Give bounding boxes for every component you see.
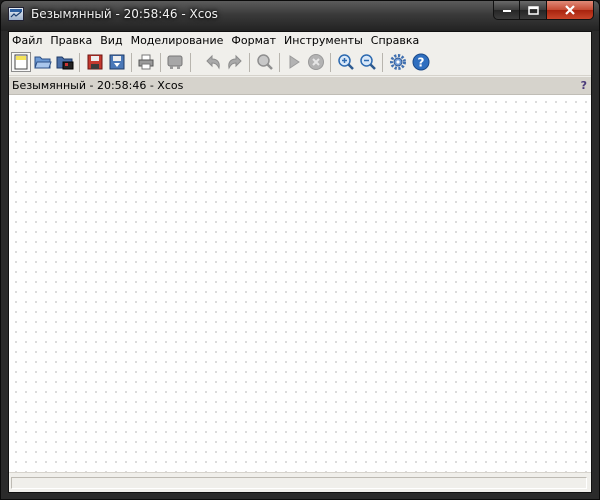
toolbar-separator: [382, 53, 383, 72]
zoom-in-button[interactable]: [336, 52, 356, 72]
close-button[interactable]: [547, 1, 594, 20]
palette-browser-icon: [167, 55, 183, 69]
setup-gear-icon: [390, 54, 406, 70]
open-button[interactable]: [33, 52, 53, 72]
toolbar-separator: [79, 53, 80, 72]
new-diagram-button[interactable]: [11, 52, 31, 72]
window-title: Безымянный - 20:58:46 - Xcos: [31, 7, 218, 21]
toolbar-separator: [249, 53, 250, 72]
menu-simulation[interactable]: Моделирование: [127, 32, 228, 50]
fit-diagram-button[interactable]: [255, 52, 275, 72]
start-simulation-button[interactable]: [284, 52, 304, 72]
toolbar: ?: [9, 50, 591, 76]
print-icon: [138, 54, 154, 70]
undo-icon: [206, 54, 220, 70]
zoom-out-button[interactable]: [358, 52, 378, 72]
open-in-scilab-button[interactable]: [55, 52, 75, 72]
xcos-app-icon[interactable]: [8, 7, 24, 21]
zoom-in-icon: [338, 54, 354, 70]
setup-button[interactable]: [388, 52, 408, 72]
minimize-button[interactable]: [493, 1, 520, 20]
menu-tools[interactable]: Инструменты: [280, 32, 367, 50]
fit-diagram-icon: [257, 54, 273, 70]
open-folder-icon: [34, 56, 52, 69]
diagram-canvas[interactable]: [9, 95, 591, 472]
status-panel: [11, 477, 587, 489]
diagram-info-bar: Безымянный - 20:58:46 - Xcos ?: [9, 77, 591, 95]
caption-buttons: [493, 1, 594, 21]
toolbar-separator: [330, 53, 331, 72]
open-in-scilab-icon: [56, 56, 74, 70]
save-button[interactable]: [85, 52, 105, 72]
status-bar: [9, 472, 591, 492]
menu-edit[interactable]: Правка: [46, 32, 96, 50]
stop-simulation-button[interactable]: [306, 52, 326, 72]
menu-view[interactable]: Вид: [96, 32, 126, 50]
palette-browser-button[interactable]: [165, 52, 185, 72]
svg-text:?: ?: [418, 56, 425, 70]
minimize-icon: [502, 10, 511, 12]
close-icon: [565, 5, 575, 15]
stop-icon: [308, 54, 324, 70]
menu-help[interactable]: Справка: [367, 32, 423, 50]
help-button[interactable]: ?: [411, 52, 431, 72]
save-as-icon: [109, 54, 125, 70]
context-help-icon[interactable]: ?: [581, 79, 587, 92]
undo-button[interactable]: [203, 52, 223, 72]
title-bar[interactable]: Безымянный - 20:58:46 - Xcos: [1, 1, 599, 31]
save-as-button[interactable]: [107, 52, 127, 72]
client-area: Файл Правка Вид Моделирование Формат Инс…: [8, 31, 592, 493]
menu-file[interactable]: Файл: [9, 32, 46, 50]
save-icon: [87, 54, 103, 70]
maximize-button[interactable]: [520, 1, 547, 20]
start-icon: [289, 55, 300, 69]
menu-bar: Файл Правка Вид Моделирование Формат Инс…: [9, 32, 591, 50]
xcos-window: Безымянный - 20:58:46 - Xcos Файл Правка…: [0, 0, 600, 500]
print-button[interactable]: [136, 52, 156, 72]
help-icon: ?: [412, 53, 430, 71]
maximize-icon: [527, 5, 539, 15]
zoom-out-icon: [360, 54, 376, 70]
diagram-title: Безымянный - 20:58:46 - Xcos: [12, 79, 184, 92]
toolbar-separator: [279, 53, 280, 72]
toolbar-separator: [160, 53, 161, 72]
toolbar-separator: [131, 53, 132, 72]
menu-format[interactable]: Формат: [227, 32, 280, 50]
toolbar-separator: [190, 53, 191, 72]
redo-icon: [228, 54, 242, 70]
redo-button[interactable]: [225, 52, 245, 72]
new-diagram-icon: [14, 54, 28, 70]
